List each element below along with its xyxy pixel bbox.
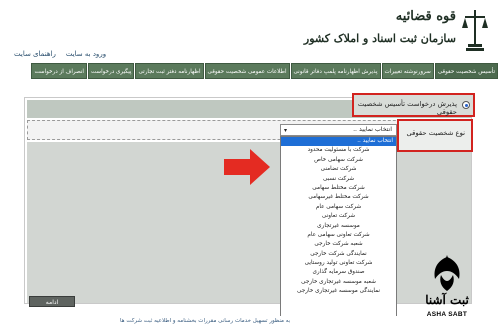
entity-type-select-value: انتخاب نمایید .. [353,126,392,133]
site-header: قوه قضائیه سازمان ثبت اسناد و املاک کشور… [0,0,500,62]
accept-request-radio[interactable] [462,101,470,109]
watermark-name-fa: ثبت آشنا [425,293,469,307]
tab-entity-info[interactable]: اطلاعات عمومی شخصیت حقوقی [204,63,290,79]
main-nav: تأسیس شخصیت حقوقی سرورنوشته تغییرات پذیر… [31,63,498,79]
red-arrow-icon [224,149,270,185]
dropdown-option[interactable]: موسسه غیرتجاری [281,222,396,231]
dropdown-option[interactable]: شعبه موسسه غیرتجاری خارجی [281,278,396,287]
request-type-radio-group: پذیرش درخواست تأسیس شخصیت حقوقی [352,93,475,117]
dropdown-option[interactable]: شرکت مختلط سهامی [281,184,396,193]
dropdown-option[interactable]: شرکت تعاونی تولید روستایی [281,259,396,268]
dropdown-option[interactable]: شرکت مختلط غیرسهامی [281,193,396,202]
org-title: قوه قضائیه [395,9,456,24]
dropdown-option[interactable]: شرکت تعاونی سهامی عام [281,231,396,240]
dropdown-option[interactable]: شرکت سهامی عام [281,203,396,212]
tab-track-request[interactable]: پیگیری درخواست [87,63,135,79]
dropdown-option[interactable]: نمایندگی موسسه غیرتجاری خارجی [281,287,396,296]
dropdown-option[interactable]: شرکت با مسئولیت محدود [281,146,396,155]
dropdown-option[interactable]: شعبه شرکت خارجی [281,240,396,249]
watermark: ثبت آشنا ASHA SABT [424,253,470,327]
accept-request-label: پذیرش درخواست تأسیس شخصیت حقوقی [357,100,457,116]
continue-button[interactable]: ادامه [29,296,75,307]
dropdown-option[interactable]: شرکت تضامنی [281,165,396,174]
dropdown-option[interactable]: شرکت تعاونی [281,212,396,221]
tab-ledger-sealing[interactable]: پذیرش اظهارنامه پلمپ دفاتر قانونی [290,63,381,79]
tab-trade-register[interactable]: اظهارنامه دفتر ثبت تجارتی [135,63,204,79]
watermark-name-en: ASHA SABT [426,311,468,318]
judiciary-emblem-icon [462,10,488,51]
tab-changes[interactable]: سرورنوشته تغییرات [381,63,434,79]
top-links: ورود به سایت راهنمای سایت [14,50,106,58]
footer-text: به منظور تسهیل خدمات رسانی مقررات بخشنام… [120,318,291,324]
chevron-down-icon: ▾ [284,127,288,134]
entity-type-dropdown: انتخاب نمایید .. شرکت با مسئولیت محدود شرک… [280,136,397,328]
dropdown-option[interactable]: شرکت سهامی خاص [281,156,396,165]
entity-type-label-box: نوع شخصیت حقوقی [397,119,473,152]
entity-type-select[interactable]: انتخاب نمایید .. ▾ [280,124,397,136]
dropdown-option[interactable]: انتخاب نمایید .. [281,137,396,147]
dropdown-option[interactable]: صندوق سرمایه گذاری [281,268,396,277]
tab-cancel-request[interactable]: انصراف از درخواست [31,63,87,79]
dropdown-option[interactable]: شرکت نسبی [281,175,396,184]
site-guide-link[interactable]: راهنمای سایت [14,50,56,58]
tab-establish-entity[interactable]: تأسیس شخصیت حقوقی [434,63,498,79]
asha-sabt-logo-icon [434,255,460,291]
org-subtitle: سازمان ثبت اسناد و املاک کشور [303,32,456,45]
entity-type-label: نوع شخصیت حقوقی [406,129,465,137]
page: قوه قضائیه سازمان ثبت اسناد و املاک کشور… [0,0,500,328]
dropdown-option[interactable]: نمایندگی شرکت خارجی [281,250,396,259]
login-link[interactable]: ورود به سایت [66,50,106,58]
